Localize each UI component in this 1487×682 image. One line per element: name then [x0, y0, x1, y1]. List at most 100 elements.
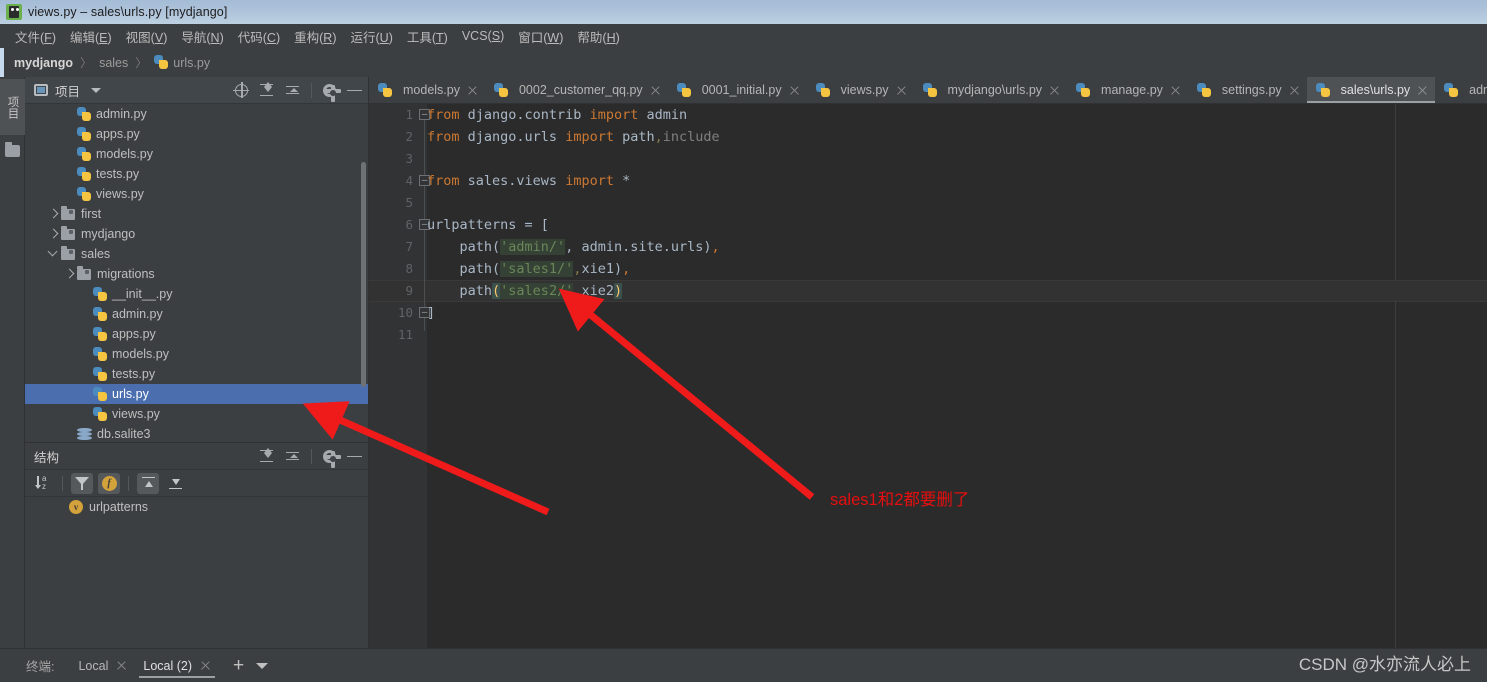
python-file-icon [1196, 82, 1211, 98]
gear-icon[interactable] [323, 449, 341, 468]
editor-tab-settings-py[interactable]: settings.py [1188, 77, 1307, 103]
code-line-3[interactable] [427, 148, 1487, 170]
breadcrumb-item-3[interactable]: urls.py [173, 56, 210, 70]
code-line-6[interactable]: urlpatterns = [ [427, 214, 1487, 236]
tree-item-db-salite3[interactable]: db.salite3 [25, 424, 368, 442]
close-icon[interactable] [789, 85, 800, 96]
add-terminal-button[interactable]: + [233, 656, 244, 675]
close-icon[interactable] [1417, 85, 1428, 96]
close-icon[interactable] [467, 85, 478, 96]
menu-item-3[interactable]: 视图(V) [119, 25, 175, 48]
menu-item-5[interactable]: 代码(C) [231, 25, 287, 48]
tree-item-models-py[interactable]: models.py [25, 344, 368, 364]
close-icon[interactable] [650, 85, 661, 96]
expand-all-icon[interactable] [259, 81, 274, 98]
breadcrumb-item-2[interactable]: sales [99, 56, 128, 70]
sort-alphabetically-icon[interactable]: az [32, 473, 54, 494]
show-fields-icon[interactable]: f [98, 472, 120, 494]
code-line-4[interactable]: from sales.views import * [427, 170, 1487, 192]
show-imported-icon[interactable] [164, 473, 186, 494]
tree-item-apps-py[interactable]: apps.py [25, 324, 368, 344]
line-number: 9 [405, 283, 413, 298]
project-tree[interactable]: admin.py apps.py models.py tests.py views.py… [25, 104, 368, 442]
tree-item-migrations[interactable]: migrations [25, 264, 368, 284]
tree-item-views-py[interactable]: views.py [25, 184, 368, 204]
code-line-1[interactable]: from django.contrib import admin [427, 104, 1487, 126]
chevron-down-icon[interactable] [47, 246, 61, 261]
code-line-7[interactable]: path('admin/', admin.site.urls), [427, 236, 1487, 258]
editor-tab-0002_customer_qq-py[interactable]: 0002_customer_qq.py [485, 77, 668, 103]
tree-item-label: admin.py [112, 307, 163, 321]
collapse-all-icon[interactable] [285, 83, 300, 98]
tree-item-admin-py[interactable]: admin.py [25, 304, 368, 324]
structure-item-urlpatterns[interactable]: v urlpatterns [25, 497, 368, 517]
close-icon[interactable] [1289, 85, 1300, 96]
tree-item-tests-py[interactable]: tests.py [25, 164, 368, 184]
menu-item-2[interactable]: 编辑(E) [63, 25, 119, 48]
terminal-tab-Local2[interactable]: Local (2) [135, 653, 219, 679]
close-icon[interactable] [116, 660, 127, 671]
show-inherited-icon[interactable] [137, 472, 159, 494]
project-tree-scrollbar[interactable] [361, 162, 366, 387]
tree-item-mydjango[interactable]: mydjango [25, 224, 368, 244]
editor-tab-sales-urls-py[interactable]: sales\urls.py [1306, 77, 1436, 103]
editor-tab-mydjango-urls-py[interactable]: mydjango\urls.py [914, 77, 1068, 103]
project-panel-header: 项目 [25, 77, 368, 104]
tree-item-first[interactable]: first [25, 204, 368, 224]
close-icon[interactable] [1170, 85, 1181, 96]
editor-tab-0001_initial-py[interactable]: 0001_initial.py [668, 77, 807, 103]
code-line-9[interactable]: path('sales2/',xie2) [427, 280, 1487, 302]
tree-item-views-py[interactable]: views.py [25, 404, 368, 424]
collapse-all-icon[interactable] [285, 449, 300, 464]
menu-item-11[interactable]: 帮助(H) [570, 25, 626, 48]
tree-item-models-py[interactable]: models.py [25, 144, 368, 164]
code-line-10[interactable]: ] [427, 302, 1487, 324]
expand-all-icon[interactable] [259, 447, 274, 464]
gear-icon[interactable] [323, 83, 341, 102]
database-icon [77, 427, 92, 441]
sidebar-tab-project[interactable]: 项目 [0, 79, 25, 135]
close-icon[interactable] [1049, 85, 1060, 96]
editor-tab-manage-py[interactable]: manage.py [1067, 77, 1188, 103]
close-icon[interactable] [896, 85, 907, 96]
editor-tab-admin-py[interactable]: admin.py [1435, 77, 1487, 103]
editor-tab-models-py[interactable]: models.py [369, 77, 485, 103]
code-line-5[interactable] [427, 192, 1487, 214]
menu-item-10[interactable]: 窗口(W) [511, 25, 570, 48]
editor-tab-label: views.py [840, 83, 889, 97]
tree-item-__init__-py[interactable]: __init__.py [25, 284, 368, 304]
chevron-down-icon[interactable] [91, 87, 102, 93]
menu-item-8[interactable]: 工具(T) [400, 25, 455, 48]
terminal-tab-Local[interactable]: Local [70, 653, 135, 679]
python-file-icon [1076, 82, 1091, 98]
tree-item-admin-py[interactable]: admin.py [25, 104, 368, 124]
minimize-icon[interactable] [347, 83, 362, 98]
tree-item-apps-py[interactable]: apps.py [25, 124, 368, 144]
minimize-icon[interactable] [347, 449, 362, 464]
tree-item-urls-py[interactable]: urls.py [25, 384, 368, 404]
editor-tab-views-py[interactable]: views.py [807, 77, 914, 103]
close-icon[interactable] [200, 660, 211, 671]
menu-item-4[interactable]: 导航(N) [174, 25, 230, 48]
code-line-2[interactable]: from django.urls import path,include [427, 126, 1487, 148]
structure-tree[interactable]: v urlpatterns [25, 497, 368, 648]
tree-item-sales[interactable]: sales [25, 244, 368, 264]
python-file-icon [77, 126, 91, 142]
menu-item-7[interactable]: 运行(U) [343, 25, 399, 48]
menu-item-6[interactable]: 重构(R) [287, 25, 343, 48]
code-editor[interactable]: 1– from django.contrib import admin 2 from … [369, 104, 1487, 648]
breadcrumb-item-1[interactable]: mydjango [14, 56, 73, 70]
code-line-8[interactable]: path('sales1/',xie1), [427, 258, 1487, 280]
folder-icon[interactable] [5, 142, 20, 157]
menu-item-9[interactable]: VCS(S) [455, 27, 511, 45]
variable-badge-icon: v [69, 500, 83, 514]
code-line-11[interactable] [427, 324, 1487, 346]
filter-funnel-icon[interactable] [71, 472, 93, 494]
locate-target-icon[interactable] [233, 81, 249, 98]
chevron-down-icon[interactable] [256, 662, 269, 669]
chevron-right-icon[interactable] [63, 267, 77, 281]
chevron-right-icon[interactable] [47, 227, 61, 241]
chevron-right-icon[interactable] [47, 207, 61, 221]
menu-item-1[interactable]: 文件(F) [8, 25, 63, 48]
tree-item-tests-py[interactable]: tests.py [25, 364, 368, 384]
